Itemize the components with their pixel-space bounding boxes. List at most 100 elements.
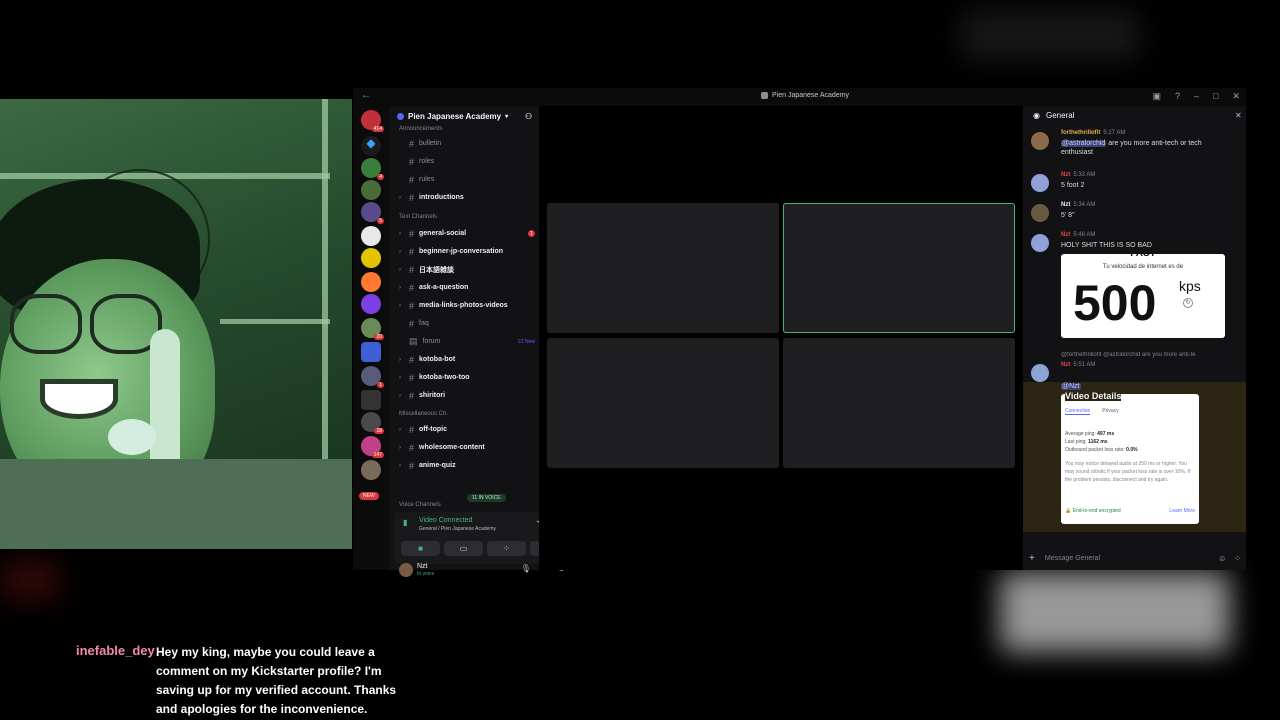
chevron-right-icon: › xyxy=(399,230,401,237)
channel-kotoba-bot[interactable]: › # kotoba-bot xyxy=(399,353,535,366)
channel-kotoba-two-too[interactable]: › # kotoba-two-too xyxy=(399,371,535,384)
user-mention[interactable]: @Nzt xyxy=(1061,383,1081,390)
activities-button[interactable]: ⁘ xyxy=(487,541,526,556)
speedtest-heading: FAST xyxy=(1130,248,1156,259)
inbox-icon[interactable]: ▣ xyxy=(1152,91,1161,102)
signal-icon[interactable]: ▮ xyxy=(403,518,407,527)
avatar[interactable] xyxy=(399,563,413,577)
voice-location[interactable]: General / Pien Japanese Academy xyxy=(419,526,496,532)
tab-privacy: Privacy xyxy=(1102,408,1119,414)
channel-sidebar: Pien Japanese Academy ▾ ⚇ Announcements … xyxy=(389,106,569,577)
server-icon[interactable]: 20 xyxy=(361,318,384,340)
chevron-right-icon: › xyxy=(399,248,401,255)
shelf xyxy=(220,319,330,324)
channel-roles[interactable]: # roles xyxy=(399,155,535,168)
server-icon[interactable] xyxy=(361,460,381,480)
server-icon[interactable] xyxy=(361,294,381,314)
server-icon[interactable]: 147 xyxy=(361,436,384,458)
user-mention[interactable]: @astralorchid xyxy=(1061,140,1107,147)
back-arrow-icon[interactable]: ← xyxy=(361,90,371,101)
channel-faq[interactable]: # faq xyxy=(399,317,535,330)
new-servers-pill[interactable]: NEW xyxy=(359,492,379,500)
video-grid xyxy=(539,106,1023,570)
speedtest-label: Tu velocidad de internet es de xyxy=(1102,264,1184,270)
avatar[interactable] xyxy=(1031,204,1049,222)
avatar[interactable] xyxy=(1031,174,1049,192)
channel-forum[interactable]: ▤ forum 22 New xyxy=(399,335,535,348)
close-icon[interactable]: ✕ xyxy=(1235,111,1242,120)
speedtest-value: 500 xyxy=(1073,275,1157,331)
server-icon xyxy=(761,92,768,99)
add-member-icon[interactable]: ⚇ xyxy=(525,112,532,121)
stream-stage: ← Pien Japanese Academy ▣ ? – □ ✕ 414 ◆ … xyxy=(0,0,1280,720)
username[interactable]: Nzt xyxy=(417,563,428,570)
avatar[interactable] xyxy=(1031,234,1049,252)
server-icon[interactable] xyxy=(361,180,381,200)
hashtag-icon: # xyxy=(409,424,415,435)
category-announcements[interactable]: Announcements xyxy=(399,126,442,132)
close-icon[interactable]: ✕ xyxy=(1232,91,1240,102)
channel-media-links[interactable]: › # media-links-photos-videos xyxy=(399,299,535,312)
channel-beginner-jp-conversation[interactable]: › # beginner-jp-conversation xyxy=(399,245,535,258)
plus-icon[interactable]: + xyxy=(1029,553,1035,564)
user-status: In voice xyxy=(417,571,435,577)
chat-username: inefable_dey xyxy=(76,643,155,658)
channel-off-topic[interactable]: › # off-topic xyxy=(399,423,535,436)
server-icon[interactable]: 18 xyxy=(361,412,384,434)
server-icon[interactable]: 5 xyxy=(361,202,384,224)
minimize-icon[interactable]: – xyxy=(1194,91,1199,102)
server-icon[interactable]: ◆ xyxy=(361,136,381,156)
channel-anime-quiz[interactable]: › # anime-quiz xyxy=(399,459,535,472)
channel-wholesome-content[interactable]: › # wholesome-content xyxy=(399,441,535,454)
camera-button[interactable]: ■ xyxy=(401,541,440,556)
channel-introductions[interactable]: › # introductions xyxy=(399,191,535,204)
chevron-right-icon: › xyxy=(399,426,401,433)
in-voice-pill[interactable]: 11 IN VOICE xyxy=(467,494,506,502)
channel-rules[interactable]: # rules xyxy=(399,173,535,186)
video-details-image[interactable]: Video Details Connection Privacy Average… xyxy=(1061,391,1199,524)
chevron-right-icon: › xyxy=(399,284,401,291)
category-miscellaneous[interactable]: Miscellaneous Ch. xyxy=(399,411,448,417)
voice-status[interactable]: Video Connected xyxy=(419,517,473,524)
text-chat-panel: ◉ General ✕ forthethrillofit 5:27 AM @ast… xyxy=(1023,106,1246,570)
channel-shiritori[interactable]: › # shiritori xyxy=(399,389,535,402)
message-input[interactable]: Message General xyxy=(1045,555,1100,562)
chevron-right-icon: › xyxy=(399,444,401,451)
server-icon[interactable] xyxy=(361,226,381,246)
maximize-icon[interactable]: □ xyxy=(1213,91,1218,102)
category-text-channels[interactable]: Text Channels xyxy=(399,214,437,220)
channel-general-social[interactable]: › # general-social 1 xyxy=(399,227,535,240)
server-icon[interactable] xyxy=(361,342,381,362)
video-tile[interactable] xyxy=(547,338,779,468)
reply-preview[interactable]: @forthethrillofit @astralorchid are you … xyxy=(1061,352,1241,358)
emoji-icon[interactable]: ☺ xyxy=(1218,554,1226,563)
window-controls: ▣ ? – □ ✕ xyxy=(1152,91,1240,102)
message-composer[interactable]: + Message General ☺ ⁘ xyxy=(1029,550,1241,566)
hashtag-icon: # xyxy=(409,442,415,453)
server-icon[interactable]: 4 xyxy=(361,158,384,180)
help-icon[interactable]: ? xyxy=(1175,91,1180,102)
chat-header: ◉ General ✕ xyxy=(1033,111,1242,120)
category-voice-channels[interactable]: Voice Channels xyxy=(399,502,441,508)
discord-window: ← Pien Japanese Academy ▣ ? – □ ✕ 414 ◆ … xyxy=(353,88,1246,577)
video-tile[interactable] xyxy=(783,338,1015,468)
channel-ask-a-question[interactable]: › # ask-a-question xyxy=(399,281,535,294)
avatar[interactable] xyxy=(1031,132,1049,150)
server-icon[interactable]: 1 xyxy=(361,366,384,388)
tab-connection: Connection xyxy=(1065,408,1091,415)
apps-icon[interactable]: ⁘ xyxy=(1234,554,1241,563)
server-icon[interactable] xyxy=(361,272,381,292)
video-tile-speaking[interactable] xyxy=(783,203,1015,333)
avatar[interactable] xyxy=(1031,364,1049,382)
channel-nihongo-zatsudan[interactable]: › # 日本語雑談 xyxy=(399,263,535,276)
server-icon[interactable] xyxy=(361,390,381,410)
speedtest-image[interactable]: FAST Tu velocidad de internet es de 500 … xyxy=(1061,248,1225,338)
channel-bulletin[interactable]: # bulletin xyxy=(399,137,535,150)
video-tile[interactable] xyxy=(547,203,779,333)
microphone-icon[interactable]: 🎙 xyxy=(521,564,531,573)
server-header[interactable]: Pien Japanese Academy ▾ ⚇ xyxy=(397,112,532,121)
screen-share-button[interactable]: ▭ xyxy=(444,541,483,556)
server-icon[interactable]: 414 xyxy=(361,110,384,132)
chevron-right-icon: › xyxy=(399,356,401,363)
server-icon[interactable] xyxy=(361,248,381,268)
